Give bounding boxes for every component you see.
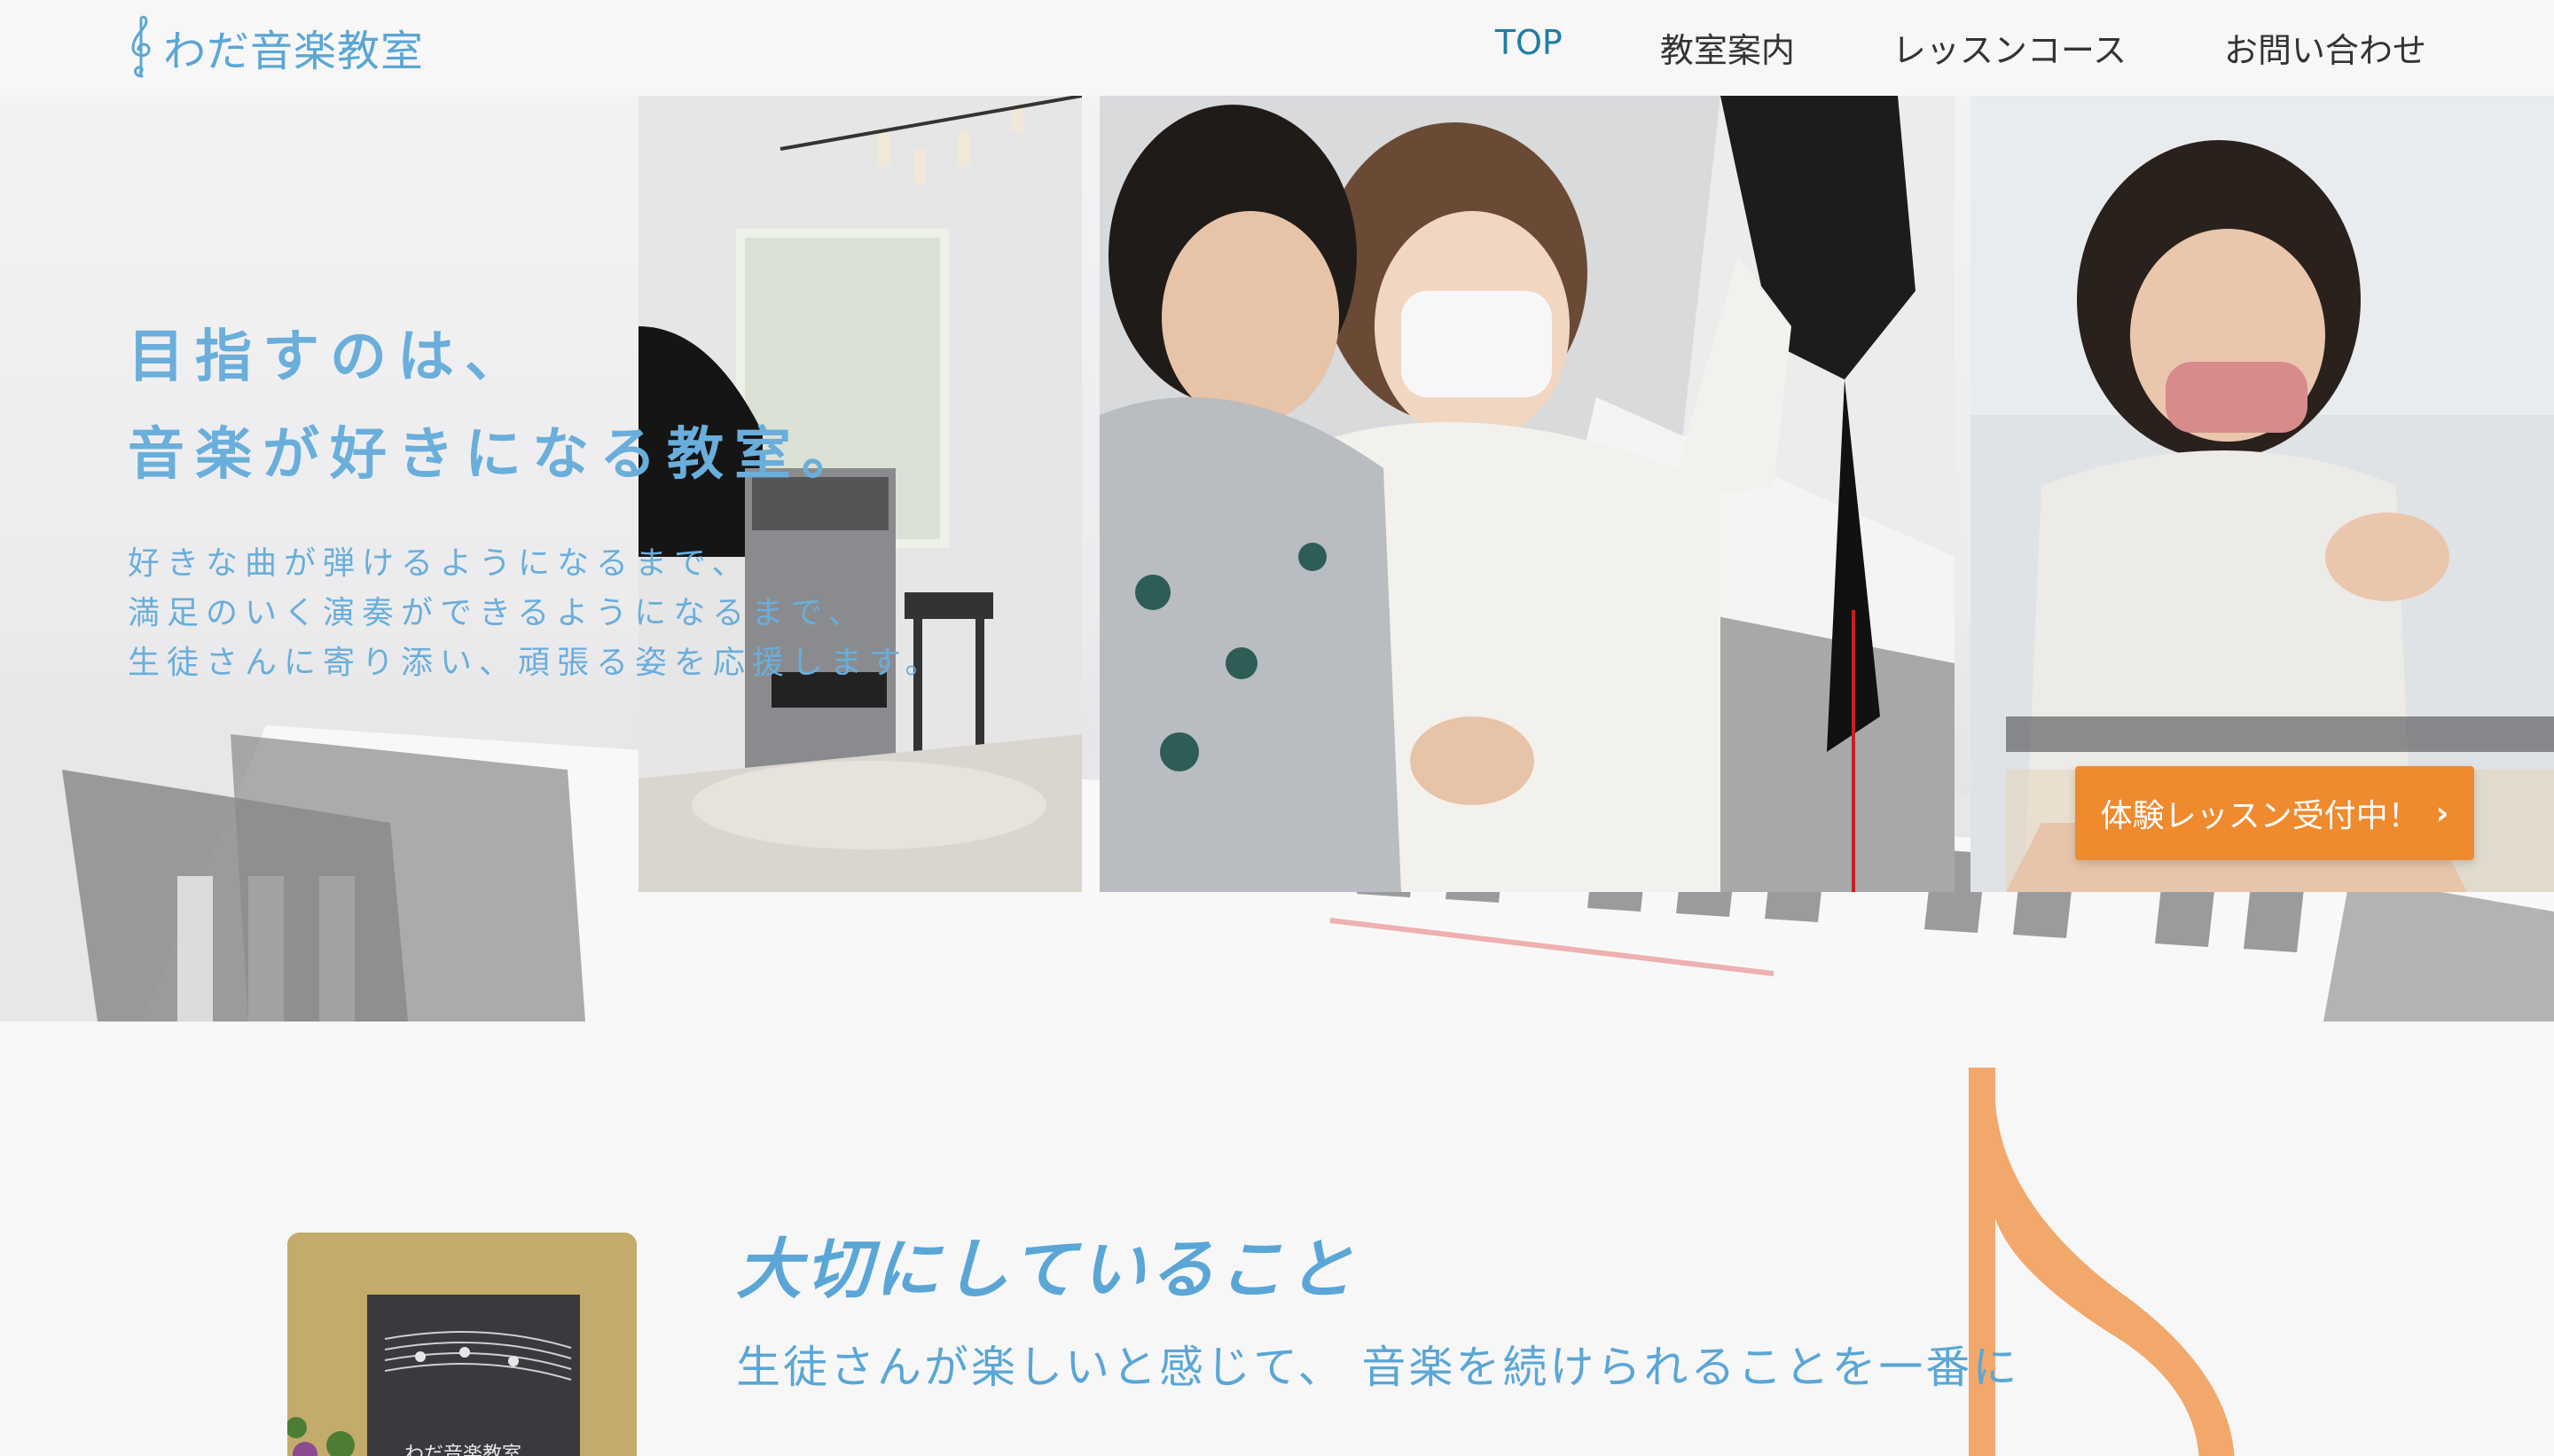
nav-item-lesson-course[interactable]: レッスンコース [1892, 23, 2127, 72]
hero-description: 好きな曲が弾けるようになるまで、 満足のいく演奏ができるようになるまで、 生徒さ… [128, 539, 944, 688]
classroom-sign-photo: わだ音楽教室 [287, 1233, 637, 1456]
treble-clef-icon [131, 15, 151, 78]
nav-item-contact[interactable]: お問い合わせ [2224, 23, 2426, 72]
hero-desc-line3: 生徒さんに寄り添い、頑張る姿を応援します。 [128, 645, 944, 681]
hero-title-line1: 目指すのは、 [128, 325, 532, 390]
main-nav: TOP 教室案内 レッスンコース お問い合わせ [1495, 23, 2426, 72]
trial-lesson-label: 体験レッスン受付中！ [2100, 798, 2420, 834]
hero-title: 目指すのは、 音楽が好きになる教室。 [128, 309, 869, 504]
values-section: わだ音楽教室 大切にしていること 生徒さんが楽しいと感じて、 音楽を続けられるこ… [0, 1022, 2554, 1456]
hero-photo-lesson [1100, 96, 1955, 892]
nav-item-top[interactable]: TOP [1495, 23, 1563, 72]
sign-text: わだ音楽教室 [404, 1444, 522, 1456]
hero-desc-line1: 好きな曲が弾けるようになるまで、 [128, 545, 751, 582]
section-title: 大切にしていること [736, 1232, 1357, 1308]
logo-text: わだ音楽教室 [163, 27, 425, 76]
hero-desc-line2: 満足のいく演奏ができるようになるまで、 [128, 595, 867, 631]
hero-title-line2: 音楽が好きになる教室。 [128, 422, 869, 488]
site-header: わだ音楽教室 TOP 教室案内 レッスンコース お問い合わせ [0, 0, 2554, 96]
hero-section: 目指すのは、 音楽が好きになる教室。 好きな曲が弾けるようになるまで、 満足のい… [0, 96, 2554, 1022]
trial-lesson-button[interactable]: 体験レッスン受付中！ › [2075, 766, 2474, 860]
music-note-decoration-icon [1969, 1068, 2235, 1456]
chevron-right-icon: › [2435, 795, 2449, 832]
site-logo[interactable]: わだ音楽教室 [126, 14, 424, 80]
nav-item-about[interactable]: 教室案内 [1660, 23, 1795, 72]
section-subtitle: 生徒さんが楽しいと感じて、 音楽を続けられることを一番に [736, 1342, 2020, 1393]
